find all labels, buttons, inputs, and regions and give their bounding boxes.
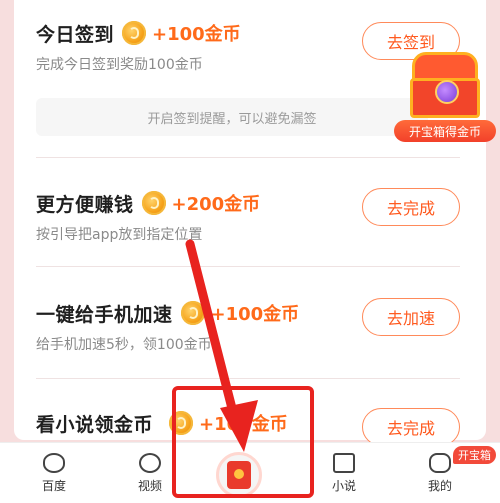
- arrow-head: [220, 400, 258, 452]
- arrow-annotation: [185, 239, 258, 452]
- arrow-shaft: [185, 239, 241, 429]
